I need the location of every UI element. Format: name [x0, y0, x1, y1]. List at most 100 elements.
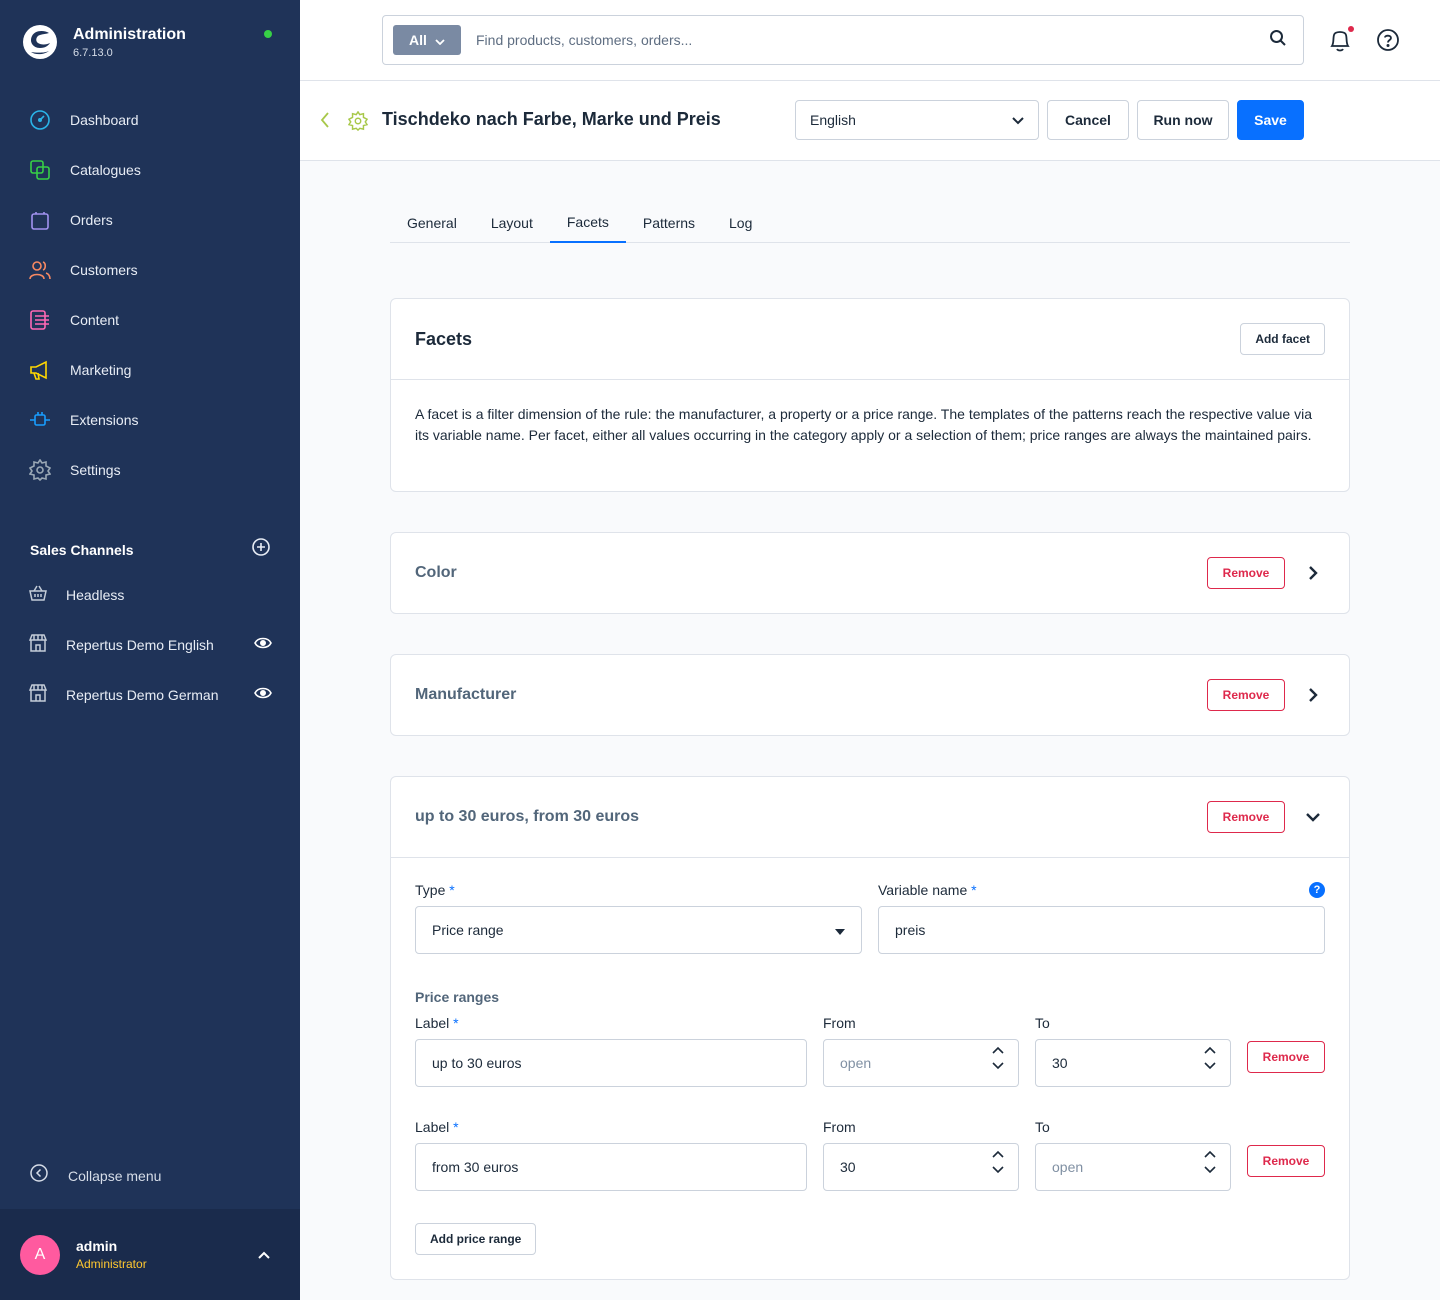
eye-icon[interactable] — [254, 636, 272, 655]
basket-icon — [28, 583, 48, 608]
chevron-down-icon — [435, 32, 445, 48]
eye-icon[interactable] — [254, 686, 272, 705]
content-icon — [28, 308, 52, 332]
facets-card-title: Facets — [415, 328, 473, 349]
type-select[interactable]: Price range — [415, 906, 862, 954]
customers-icon — [28, 258, 52, 282]
shopware-logo — [23, 25, 57, 59]
sidebar: Administration 6.7.13.0 Dashboard Catalo… — [0, 0, 300, 1300]
range-to-input[interactable]: 30 — [1035, 1039, 1231, 1087]
chevron-up-icon — [992, 1150, 1004, 1158]
cancel-button[interactable]: Cancel — [1047, 100, 1129, 140]
add-facet-button[interactable]: Add facet — [1240, 323, 1325, 355]
price-ranges-label: Price ranges — [415, 989, 500, 1005]
tab-log[interactable]: Log — [712, 202, 769, 243]
tab-layout[interactable]: Layout — [474, 202, 550, 243]
facet-card-color: Color Remove — [390, 532, 1350, 614]
facet-title: Manufacturer — [415, 686, 517, 703]
nav-label: Settings — [70, 462, 121, 478]
chevron-down-icon — [992, 1166, 1004, 1174]
notification-bell-icon[interactable] — [1328, 27, 1352, 58]
add-price-range-button[interactable]: Add price range — [415, 1223, 537, 1255]
settings-icon — [28, 458, 52, 482]
variable-name-input[interactable]: preis — [878, 906, 1325, 954]
brand: Administration 6.7.13.0 — [22, 24, 186, 60]
range-to-label: To — [1035, 1015, 1050, 1031]
chevron-up-icon — [1204, 1150, 1216, 1158]
remove-facet-button[interactable]: Remove — [1207, 557, 1285, 589]
notification-badge — [1348, 26, 1354, 32]
save-button[interactable]: Save — [1237, 100, 1304, 140]
range-to-value: 30 — [1052, 1055, 1068, 1071]
nav-item-customers[interactable]: Customers — [0, 245, 300, 295]
range-from-placeholder: open — [840, 1055, 872, 1071]
tab-facets[interactable]: Facets — [549, 202, 626, 243]
facets-description: A facet is a filter dimension of the rul… — [415, 406, 1313, 443]
tab-general[interactable]: General — [390, 202, 474, 243]
nav-item-dashboard[interactable]: Dashboard — [0, 95, 300, 145]
facet-card-manufacturer: Manufacturer Remove — [390, 654, 1350, 736]
nav-item-orders[interactable]: Orders — [0, 195, 300, 245]
help-icon[interactable]: ? — [1309, 882, 1325, 898]
main-nav: Dashboard Catalogues Orders Customers Co… — [0, 95, 300, 495]
search-button[interactable] — [1253, 29, 1303, 52]
remove-range-button[interactable]: Remove — [1247, 1145, 1325, 1177]
search-type-dropdown[interactable]: All — [393, 25, 461, 55]
facets-card: Facets Add facet A facet is a filter dim… — [390, 298, 1350, 492]
sales-channel-repertus-german[interactable]: Repertus Demo German — [0, 670, 300, 720]
language-value: English — [810, 112, 856, 128]
type-value: Price range — [432, 922, 504, 938]
user-menu[interactable]: A admin Administrator — [0, 1209, 300, 1300]
range-label-input[interactable]: up to 30 euros — [415, 1039, 807, 1087]
tab-patterns[interactable]: Patterns — [626, 202, 712, 243]
variable-name-label: Variable name * — [878, 882, 977, 898]
avatar: A — [20, 1234, 60, 1275]
range-from-value: 30 — [840, 1159, 856, 1175]
collapse-menu-button[interactable]: Collapse menu — [30, 1164, 161, 1187]
range-from-input[interactable]: 30 — [823, 1143, 1019, 1191]
remove-range-button[interactable]: Remove — [1247, 1041, 1325, 1073]
chevron-up-icon — [992, 1046, 1004, 1054]
sales-channel-list: Headless Repertus Demo English Repertus … — [0, 570, 300, 720]
nav-item-catalogues[interactable]: Catalogues — [0, 145, 300, 195]
number-stepper[interactable] — [992, 1150, 1004, 1174]
back-arrow-icon[interactable] — [320, 111, 330, 134]
range-to-placeholder: open — [1052, 1159, 1084, 1175]
chevron-right-icon[interactable] — [1301, 565, 1325, 581]
sales-channel-headless[interactable]: Headless — [0, 570, 300, 620]
chevron-right-icon[interactable] — [1301, 687, 1325, 703]
nav-label: Customers — [70, 262, 138, 278]
sales-channel-label: Repertus Demo English — [66, 637, 214, 653]
chevron-down-icon — [1012, 112, 1024, 128]
help-icon[interactable] — [1376, 28, 1400, 57]
search-input[interactable] — [476, 32, 1253, 48]
collapse-menu-label: Collapse menu — [68, 1167, 162, 1184]
search-icon — [1269, 29, 1287, 52]
remove-facet-button[interactable]: Remove — [1207, 801, 1285, 833]
online-status-dot — [264, 30, 272, 38]
add-sales-channel-icon[interactable] — [252, 538, 270, 561]
sales-channel-repertus-english[interactable]: Repertus Demo English — [0, 620, 300, 670]
orders-icon — [28, 208, 52, 232]
nav-label: Dashboard — [70, 112, 139, 128]
nav-item-content[interactable]: Content — [0, 295, 300, 345]
range-label-input[interactable]: from 30 euros — [415, 1143, 807, 1191]
sales-channel-label: Repertus Demo German — [66, 687, 219, 703]
chevron-up-icon[interactable] — [258, 1246, 270, 1264]
chevron-down-icon[interactable] — [1301, 812, 1325, 822]
global-search: All — [382, 15, 1304, 65]
range-from-input[interactable]: open — [823, 1039, 1019, 1087]
number-stepper[interactable] — [1204, 1046, 1216, 1070]
app-title: Administration — [73, 26, 186, 43]
remove-facet-button[interactable]: Remove — [1207, 679, 1285, 711]
run-now-button[interactable]: Run now — [1137, 100, 1229, 140]
facet-title: Color — [415, 564, 457, 581]
number-stepper[interactable] — [1204, 1150, 1216, 1174]
nav-item-extensions[interactable]: Extensions — [0, 395, 300, 445]
range-to-input[interactable]: open — [1035, 1143, 1231, 1191]
nav-item-marketing[interactable]: Marketing — [0, 345, 300, 395]
language-select[interactable]: English — [795, 100, 1039, 140]
catalogue-icon — [28, 158, 52, 182]
number-stepper[interactable] — [992, 1046, 1004, 1070]
nav-item-settings[interactable]: Settings — [0, 445, 300, 495]
